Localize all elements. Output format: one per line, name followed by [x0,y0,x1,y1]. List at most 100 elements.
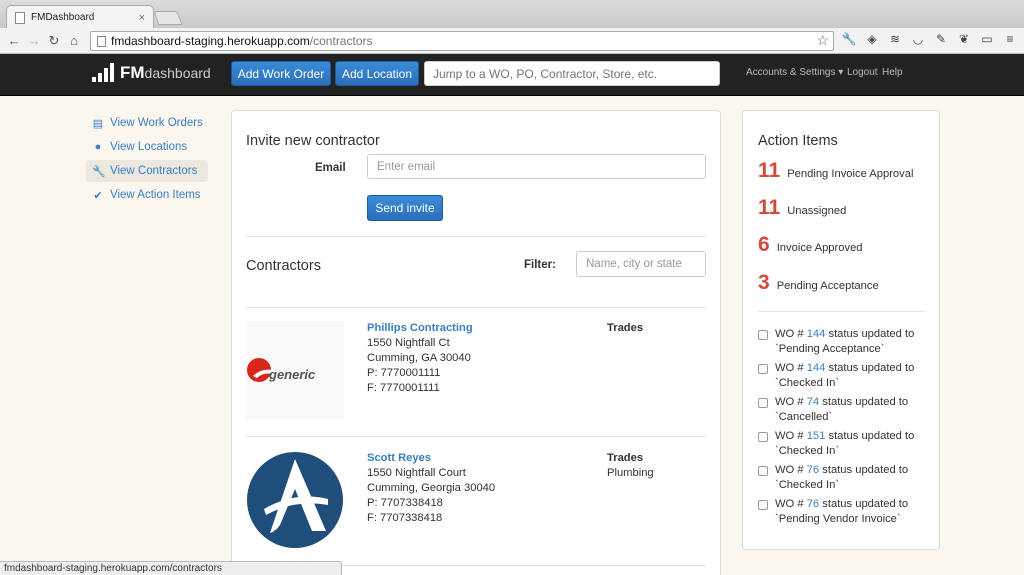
signal-bars-icon [92,62,114,82]
update-text: status updated to [822,498,909,510]
extension-icon[interactable]: ✎ [933,32,949,46]
divider [246,236,706,237]
update-checkbox[interactable] [758,432,768,442]
action-items-title: Action Items [758,133,838,149]
email-field[interactable]: Enter email [367,154,706,179]
home-icon[interactable]: ⌂ [64,33,84,48]
browser-tab[interactable]: FMDashboard × [6,5,154,29]
wrench-icon[interactable]: 🔧 [841,32,857,46]
contractor-info: Phillips Contracting 1550 Nightfall Ct C… [367,321,473,396]
action-count: 11 [758,196,781,219]
wo-link[interactable]: 76 [807,464,819,476]
contractor-name-link[interactable]: Scott Reyes [367,451,495,466]
update-status: `Pending Acceptance` [775,343,885,355]
help-link[interactable]: Help [882,67,903,78]
update-checkbox[interactable] [758,330,768,340]
action-count: 6 [758,233,770,256]
list-item: Scott Reyes 1550 Nightfall Court Cumming… [246,451,706,555]
app-logo[interactable]: FM dashboard [92,62,211,82]
trades-label: Trades [607,452,644,464]
contractor-address1: 1550 Nightfall Ct [367,337,450,349]
contractor-info: Scott Reyes 1550 Nightfall Court Cumming… [367,451,495,526]
update-status: `Checked In` [775,479,840,491]
evernote-icon[interactable]: ❦ [956,32,972,46]
logo-dashboard: dashboard [144,65,211,81]
layers-icon[interactable]: ≋ [887,32,903,46]
logo-text: generic [268,367,316,382]
sidebar-item-label: View Contractors [110,165,198,177]
update-checkbox[interactable] [758,398,768,408]
add-location-button[interactable]: Add Location [335,61,419,86]
send-invite-button[interactable]: Send invite [367,195,443,221]
accounts-settings-menu[interactable]: Accounts & Settings ▾ [746,67,843,78]
url-domain: fmdashboard-staging.herokuapp.com [111,34,310,48]
app-navbar: FM dashboard Add Work Order Add Location… [0,54,1024,96]
pocket-icon[interactable]: ◡ [910,32,926,46]
wo-prefix: WO # [775,498,804,510]
contractor-fax: F: 7770001111 [367,382,440,394]
action-count-item[interactable]: 3 Pending Acceptance [758,271,879,295]
jump-search-input[interactable] [424,61,720,86]
trades-label: Trades [607,322,644,334]
update-checkbox[interactable] [758,364,768,374]
divider [246,307,706,308]
update-checkbox[interactable] [758,466,768,476]
sidebar-item-work-orders[interactable]: ▤ View Work Orders [86,112,208,134]
page-icon [97,35,106,47]
forward-icon[interactable]: → [24,33,44,48]
wo-prefix: WO # [775,328,804,340]
action-count-item[interactable]: 6 Invoice Approved [758,233,863,257]
action-count-item[interactable]: 11 Pending Invoice Approval [758,159,913,183]
sidebar-item-contractors[interactable]: 🔧 View Contractors [86,160,208,182]
email-label: Email [315,162,346,174]
contractor-address2: Cumming, Georgia 30040 [367,482,496,494]
update-text: status updated to [822,396,909,408]
sidebar-item-locations[interactable]: ● View Locations [86,136,208,158]
action-count: 3 [758,271,770,294]
update-checkbox[interactable] [758,500,768,510]
logo-fm: FM [120,63,145,82]
contractors-panel: Invite new contractor Email Enter email … [231,110,721,575]
check-icon: ✔ [93,189,103,202]
contractor-name-link[interactable]: Phillips Contracting [367,321,473,336]
new-tab-button[interactable] [153,11,183,25]
sidebar: ▤ View Work Orders ● View Locations 🔧 Vi… [86,112,208,208]
extension-icon[interactable]: ◈ [864,32,880,46]
wo-link[interactable]: 74 [807,396,819,408]
contractor-trades: Trades [607,321,643,336]
url-path: /contractors [309,34,373,48]
action-count-label: Pending Invoice Approval [787,168,914,180]
contractor-phone: P: 7707338418 [367,497,443,509]
trades-value: Plumbing [607,467,654,479]
wo-link[interactable]: 144 [807,362,826,374]
wo-link[interactable]: 76 [807,498,819,510]
update-text: status updated to [822,464,909,476]
contractor-logo [246,451,344,549]
status-update-item: WO # 151 status updated to `Checked In` [758,429,933,459]
wo-link[interactable]: 151 [807,430,826,442]
logout-link[interactable]: Logout [847,67,878,78]
sidebar-item-action-items[interactable]: ✔ View Action Items [86,184,208,206]
status-update-item: WO # 144 status updated to `Pending Accep… [758,327,933,357]
divider [246,436,706,437]
update-status: `Checked In` [775,445,840,457]
filter-input[interactable]: Name, city or state [576,251,706,277]
wo-prefix: WO # [775,464,804,476]
close-icon[interactable]: × [139,12,145,24]
list-item: generic Phillips Contracting 1550 Nightf… [246,321,706,425]
address-bar[interactable]: fmdashboard-staging.herokuapp.com /contr… [90,31,834,51]
map-marker-icon: ● [94,141,102,153]
sidebar-item-label: View Locations [110,141,188,153]
browser-toolbar: ← → ↻ ⌂ fmdashboard-staging.herokuapp.co… [0,28,1024,54]
back-icon[interactable]: ← [4,33,24,48]
wo-prefix: WO # [775,396,804,408]
page-body: ▤ View Work Orders ● View Locations 🔧 Vi… [0,96,1024,575]
wrench-icon: 🔧 [92,165,106,178]
action-count-item[interactable]: 11 Unassigned [758,196,846,220]
menu-icon[interactable]: ≡ [1002,32,1018,46]
star-icon[interactable]: ☆ [816,32,829,49]
cast-icon[interactable]: ▭ [979,32,995,46]
reload-icon[interactable]: ↻ [44,33,64,49]
add-work-order-button[interactable]: Add Work Order [231,61,331,86]
wo-link[interactable]: 144 [807,328,826,340]
